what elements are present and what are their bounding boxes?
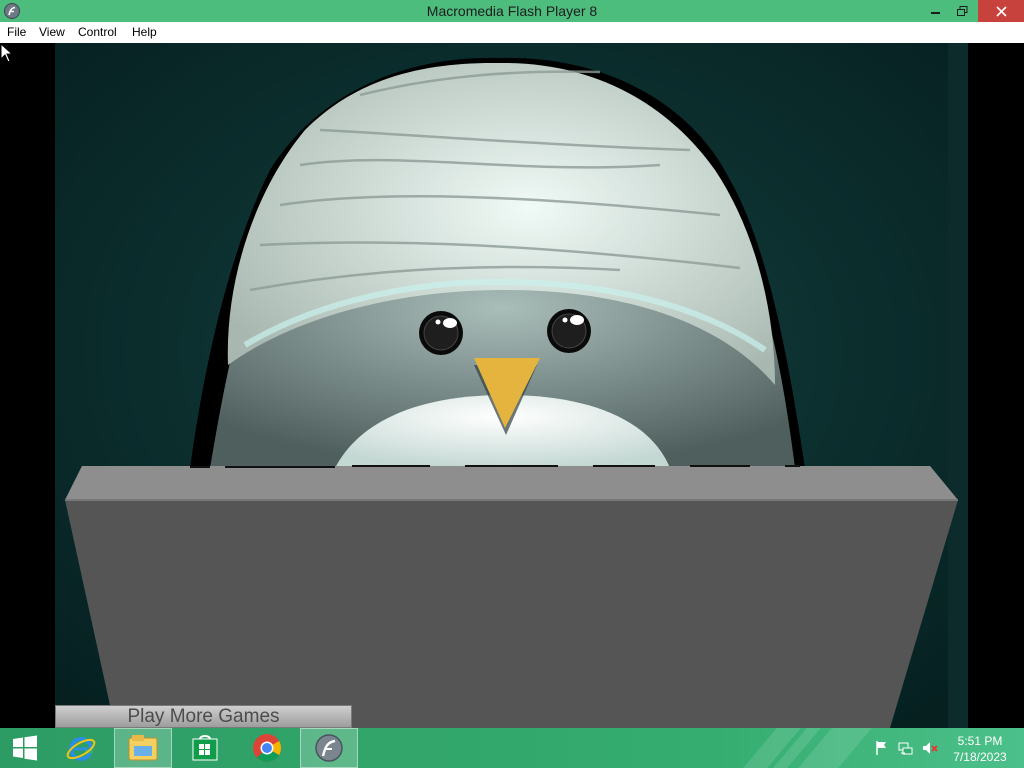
internet-explorer-icon xyxy=(66,737,96,761)
desk-rim-shadow xyxy=(190,465,800,468)
stage-edge xyxy=(948,43,968,728)
game-scene xyxy=(55,43,968,728)
flash-player-icon xyxy=(315,734,343,762)
close-button[interactable] xyxy=(978,0,1024,22)
menu-bar: File View Control Help xyxy=(0,22,1024,44)
file-explorer-icon xyxy=(128,735,158,761)
desk xyxy=(65,466,958,728)
taskbar: 5:51 PM 7/18/2023 xyxy=(0,728,1024,768)
clock-date[interactable]: 7/18/2023 xyxy=(940,750,1020,764)
minimize-button[interactable] xyxy=(925,0,947,22)
close-icon xyxy=(995,5,1007,17)
network-icon[interactable] xyxy=(898,740,914,756)
play-more-games-button[interactable]: Play More Games xyxy=(55,705,352,728)
right-eye xyxy=(547,309,591,353)
start-icon xyxy=(13,735,37,761)
flash-stage[interactable] xyxy=(0,43,1024,728)
restore-button[interactable] xyxy=(950,0,974,22)
menu-help[interactable]: Help xyxy=(132,25,157,39)
left-eye xyxy=(419,311,463,355)
chrome-icon xyxy=(253,734,281,762)
volume-muted-icon[interactable] xyxy=(922,740,938,756)
menu-file[interactable]: File xyxy=(7,25,26,39)
taskbar-store[interactable] xyxy=(176,728,234,768)
window-title: Macromedia Flash Player 8 xyxy=(426,3,598,19)
desk-top xyxy=(65,466,958,500)
store-icon xyxy=(192,735,218,761)
taskbar-internet-explorer[interactable] xyxy=(52,728,110,768)
start-button[interactable] xyxy=(0,728,50,768)
mouse-cursor-icon xyxy=(0,43,14,63)
taskbar-flash-player[interactable] xyxy=(300,728,358,768)
minimize-icon xyxy=(931,12,940,14)
title-bar[interactable]: Macromedia Flash Player 8 xyxy=(0,0,1024,22)
taskbar-chrome[interactable] xyxy=(238,728,296,768)
menu-view[interactable]: View xyxy=(39,25,65,39)
action-center-flag-icon[interactable] xyxy=(874,740,890,756)
taskbar-file-explorer[interactable] xyxy=(114,728,172,768)
menu-control[interactable]: Control xyxy=(78,25,117,39)
clock-time[interactable]: 5:51 PM xyxy=(940,734,1020,748)
restore-icon xyxy=(956,5,967,16)
